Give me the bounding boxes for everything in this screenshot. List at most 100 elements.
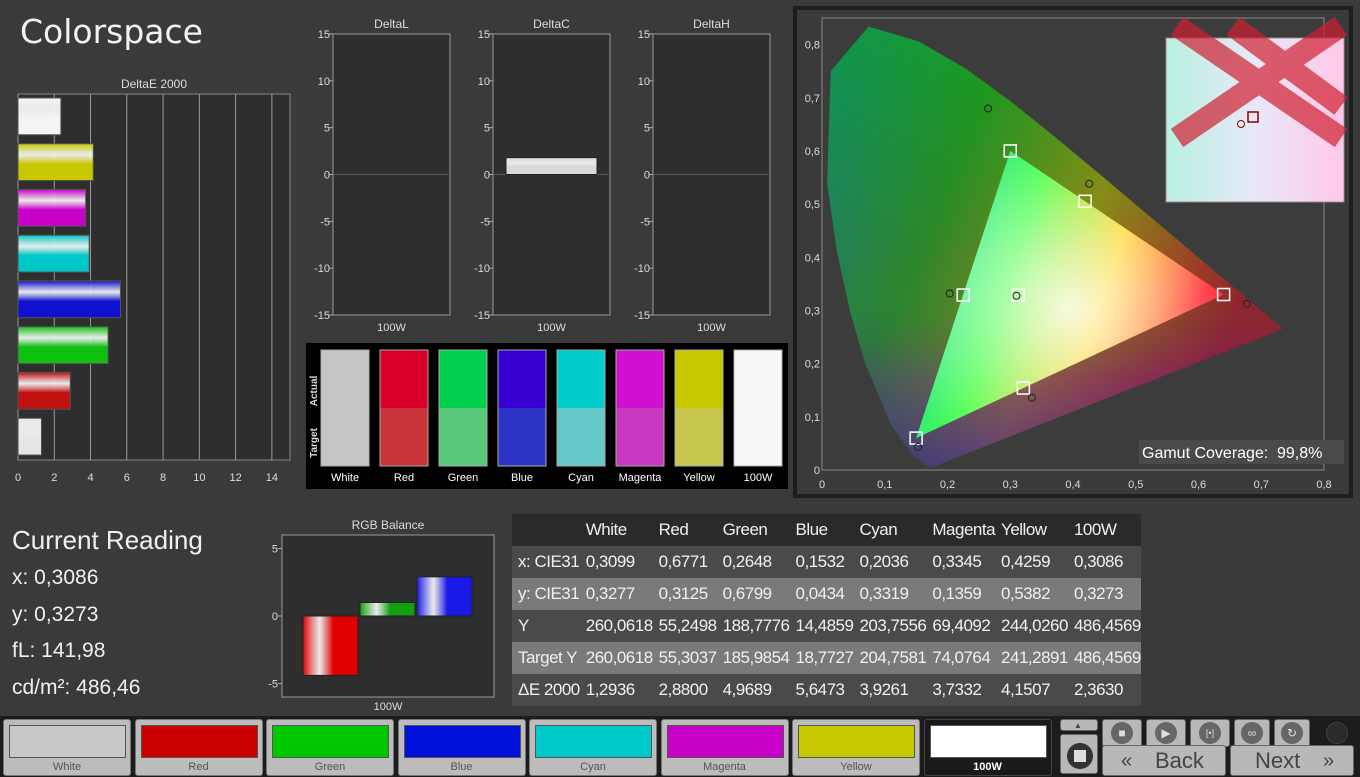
table-cell: x: CIE31: [512, 546, 580, 578]
delta-tick-label: -10: [634, 263, 650, 275]
swatch-actual-magenta: [616, 350, 664, 408]
next-button[interactable]: Next »: [1230, 745, 1354, 776]
patch-button-white[interactable]: White: [3, 719, 131, 776]
delta-tick-label: -5: [320, 216, 330, 228]
rgb-tick-label: 0: [272, 611, 278, 623]
table-cell: 486,4569: [1067, 642, 1141, 674]
stop-button[interactable]: ■: [1102, 719, 1142, 747]
deltae-chart: DeltaE 2000 0 2 4 6 8 10 12 14: [15, 77, 291, 484]
delta-tick-label: 5: [324, 123, 330, 135]
patch-label: White: [52, 761, 82, 773]
swatch-actual-red: [380, 350, 428, 408]
delta-chart-title: DeltaC: [533, 17, 570, 31]
table-cell: 0,3273: [1067, 578, 1141, 610]
delta-tick-label: 15: [478, 29, 490, 41]
patch-button-blue[interactable]: Blue: [397, 719, 526, 776]
next-label: Next: [1255, 748, 1301, 773]
table-cell: 5,6473: [789, 674, 854, 706]
table-cell: 185,9854: [716, 642, 790, 674]
delta-tick-label: 15: [318, 29, 330, 41]
rgb-tick-label: 5: [272, 544, 278, 556]
rgb-balance-title: RGB Balance: [352, 518, 425, 532]
stop-toggle-button[interactable]: [1060, 734, 1098, 774]
rgb-balance-chart: RGB Balance 5 0 -5 100W: [268, 518, 495, 713]
swatch-target-white: [321, 408, 369, 466]
delta-tick-label: 10: [638, 76, 650, 88]
rgb-bar-red: [302, 615, 359, 676]
table-cell: 0,3345: [926, 546, 996, 578]
delta-chart-title: DeltaH: [693, 17, 730, 31]
table-cell: 55,3037: [652, 642, 717, 674]
cie-x-tick: 0,6: [1191, 479, 1206, 491]
delta-category-label: 100W: [697, 322, 726, 334]
patch-button-100w[interactable]: 100W: [923, 719, 1052, 776]
chevron-right-icon: »: [1323, 750, 1335, 772]
reading-cdm2: cd/m²: 486,46: [12, 675, 141, 699]
delta-lch-charts: DeltaL 15 10 5 0 -5 -10 -15 100W DeltaC 15 10 5 0 -5 -1…: [314, 17, 771, 334]
delta-chart-title: DeltaL: [374, 17, 409, 31]
swatch-target-blue: [498, 408, 546, 466]
table-cell: 204,7581: [853, 642, 927, 674]
cie-x-tick: 0,7: [1254, 479, 1269, 491]
swatch-target-red: [380, 408, 428, 466]
table-cell: 3,9261: [853, 674, 927, 706]
delta-tick-label: -10: [314, 263, 330, 275]
delta-tick-label: 0: [324, 170, 330, 182]
table-cell: 0,3277: [579, 578, 653, 610]
patch-button-cyan[interactable]: Cyan: [529, 719, 657, 776]
patch-label: Magenta: [703, 761, 746, 773]
table-header-cell: Green: [716, 514, 790, 546]
patch-color: [798, 725, 915, 758]
deltae-bar-magenta: [17, 189, 87, 227]
play-button[interactable]: ▶: [1146, 719, 1186, 747]
deltae-bar-blue: [17, 280, 121, 319]
back-button[interactable]: « Back: [1102, 745, 1226, 776]
rgb-bar-green: [359, 602, 416, 617]
patch-button-red[interactable]: Red: [134, 719, 263, 776]
swatch-panel: Actual Target White Red Green Blue Cyan Magenta…: [306, 343, 788, 489]
current-reading: Current Reading x: 0,3086 y: 0,3273 fL: …: [12, 525, 203, 712]
deltae-tick-label: 0: [15, 472, 21, 484]
patch-color: [535, 725, 652, 758]
swatch-target-100w: [734, 408, 782, 466]
table-header-cell: Magenta: [926, 514, 996, 546]
swatch-label: Magenta: [619, 472, 663, 484]
loop-button[interactable]: ∞: [1234, 719, 1270, 747]
table-cell: 0,0434: [789, 578, 854, 610]
rgb-category-label: 100W: [374, 701, 403, 713]
cie-y-tick: 0,8: [805, 40, 820, 52]
patch-label: Yellow: [840, 761, 872, 773]
delta-category-label: 100W: [537, 322, 566, 334]
patch-button-magenta[interactable]: Magenta: [660, 719, 789, 776]
swatch-target-green: [439, 408, 487, 466]
measure-icon: [•]: [1199, 722, 1221, 744]
patch-label: 100W: [973, 761, 1002, 773]
patch-label: Blue: [450, 761, 473, 773]
table-cell: 486,4569: [1067, 610, 1141, 642]
table-row: y: CIE31 0,3277 0,3125 0,6799 0,0434 0,3319 0,…: [512, 578, 1141, 610]
delta-category-label: 100W: [377, 322, 406, 334]
current-reading-title: Current Reading: [12, 525, 203, 555]
scroll-up-button[interactable]: ▲: [1060, 719, 1098, 731]
swatch-label: 100W: [744, 472, 773, 484]
measure-button[interactable]: [•]: [1190, 719, 1230, 747]
deltae-tick-label: 10: [193, 472, 205, 484]
patch-button-yellow[interactable]: Yellow: [792, 719, 920, 776]
deltae-title: DeltaE 2000: [121, 77, 187, 91]
table-cell: 203,7556: [853, 610, 927, 642]
deltae-bar-cyan: [17, 234, 90, 273]
deltae-bar-yellow: [17, 143, 94, 181]
cie-y-tick: 0,7: [805, 93, 820, 105]
delta-tick-label: 10: [478, 76, 490, 88]
deltae-tick-label: 2: [51, 472, 57, 484]
cie-chart: CIE 1931 xy00,10,20,30,40,50,60,70,800,1…: [793, 6, 1353, 498]
swatch-label: Blue: [511, 472, 533, 484]
table-cell: 74,0764: [926, 642, 996, 674]
refresh-button[interactable]: ↻: [1274, 719, 1310, 747]
patch-button-green[interactable]: Green: [266, 719, 394, 776]
table-cell: 0,2036: [853, 546, 927, 578]
table-cell: 18,7727: [789, 642, 854, 674]
table-header-cell: [512, 514, 580, 546]
reading-x: x: 0,3086: [12, 566, 99, 589]
cie-x-tick: 0,2: [940, 479, 955, 491]
